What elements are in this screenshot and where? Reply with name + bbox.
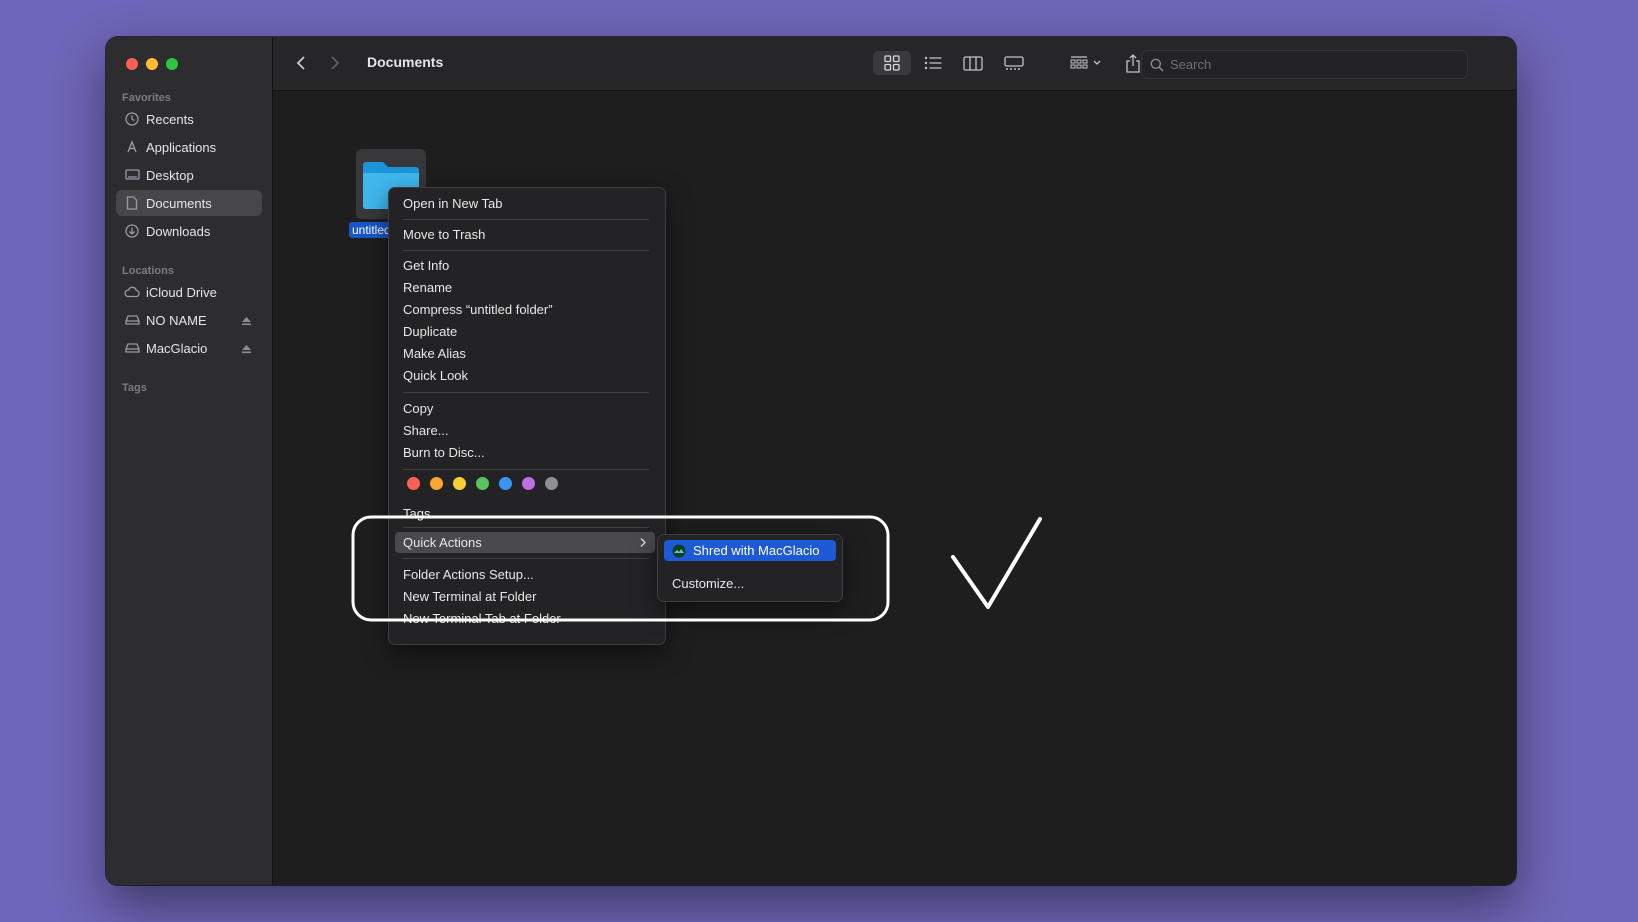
sidebar-item-label: Documents <box>146 195 212 211</box>
group-by-button[interactable] <box>1066 51 1106 75</box>
gallery-icon <box>1004 55 1024 70</box>
chevron-down-icon <box>1093 60 1101 65</box>
chevron-left-icon <box>296 56 305 70</box>
sidebar-item-no-name[interactable]: NO NAME <box>116 307 262 333</box>
sidebar-item-label: iCloud Drive <box>146 284 217 300</box>
sidebar-item-macglacio[interactable]: MacGlacio <box>116 335 262 361</box>
share-icon <box>1126 53 1140 73</box>
sidebar-item-label: MacGlacio <box>146 340 208 356</box>
menu-item-tags[interactable]: Tags... <box>395 503 655 524</box>
column-view-button[interactable] <box>956 51 990 75</box>
menu-item-customize[interactable]: Customize... <box>664 573 836 594</box>
grid-icon <box>884 55 900 71</box>
sidebar-item-documents[interactable]: Documents <box>116 190 262 216</box>
sidebar-item-downloads[interactable]: Downloads <box>116 218 262 244</box>
menu-separator <box>403 558 649 559</box>
menu-item-label: Shred with MacGlacio <box>693 543 820 558</box>
window-controls <box>126 58 178 70</box>
toolbar: Documents <box>273 37 1516 91</box>
macglacio-icon <box>672 544 686 557</box>
quick-actions-submenu: Shred with MacGlacio Customize... <box>657 534 843 602</box>
folder-label[interactable]: untitled folder <box>349 222 393 238</box>
menu-item-compress[interactable]: Compress “untitled folder” <box>395 299 655 320</box>
sidebar-item-label: Downloads <box>146 223 211 239</box>
tags-heading: Tags <box>122 382 147 394</box>
menu-separator <box>403 527 649 528</box>
menu-item-rename[interactable]: Rename <box>395 277 655 298</box>
doc-icon <box>124 195 140 211</box>
menu-item-folder-actions-setup[interactable]: Folder Actions Setup... <box>395 564 655 585</box>
finder-window: Favorites Recents Applications Desktop D… <box>106 37 1516 885</box>
menu-item-new-terminal-at-folder[interactable]: New Terminal at Folder <box>395 586 655 607</box>
back-button[interactable] <box>291 53 311 73</box>
group-icon <box>1070 56 1088 69</box>
favorites-heading: Favorites <box>122 92 171 104</box>
tag-color-green[interactable] <box>476 477 489 490</box>
tag-color-orange[interactable] <box>430 477 443 490</box>
icon-view-button[interactable] <box>873 51 911 75</box>
tag-color-gray[interactable] <box>545 477 558 490</box>
menu-separator <box>403 250 649 251</box>
menu-separator <box>403 469 649 470</box>
menu-item-make-alias[interactable]: Make Alias <box>395 343 655 364</box>
chevron-right-icon <box>331 56 340 70</box>
forward-button[interactable] <box>325 53 345 73</box>
sidebar-item-label: NO NAME <box>146 312 207 328</box>
sidebar-item-recents[interactable]: Recents <box>116 106 262 132</box>
tag-color-purple[interactable] <box>522 477 535 490</box>
menu-item-shred-with-macglacio[interactable]: Shred with MacGlacio <box>664 540 836 561</box>
menu-item-burn-to-disc[interactable]: Burn to Disc... <box>395 442 655 463</box>
list-view-button[interactable] <box>916 51 950 75</box>
sidebar-item-label: Desktop <box>146 167 194 183</box>
locations-heading: Locations <box>122 265 174 277</box>
menu-item-get-info[interactable]: Get Info <box>395 255 655 276</box>
sidebar: Favorites Recents Applications Desktop D… <box>106 37 273 885</box>
chevron-right-icon <box>640 538 646 547</box>
menu-item-move-to-trash[interactable]: Move to Trash <box>395 224 655 245</box>
tag-color-row <box>407 477 558 490</box>
context-menu: Open in New Tab Move to Trash Get Info R… <box>388 187 666 645</box>
search-box <box>1141 50 1468 79</box>
tag-color-red[interactable] <box>407 477 420 490</box>
zoom-button[interactable] <box>166 58 178 70</box>
eject-icon[interactable] <box>241 342 252 357</box>
sidebar-item-label: Applications <box>146 139 217 155</box>
menu-item-quick-look[interactable]: Quick Look <box>395 365 655 386</box>
menu-item-copy[interactable]: Copy <box>395 398 655 419</box>
tag-color-blue[interactable] <box>499 477 512 490</box>
window-title: Documents <box>367 54 444 70</box>
menu-separator <box>403 392 649 393</box>
search-input[interactable] <box>1168 56 1452 73</box>
menu-item-open-in-new-tab[interactable]: Open in New Tab <box>395 193 655 214</box>
minimize-button[interactable] <box>146 58 158 70</box>
menu-item-quick-actions[interactable]: Quick Actions <box>395 532 655 553</box>
eject-icon[interactable] <box>241 314 252 329</box>
menu-item-label: Quick Actions <box>403 535 482 550</box>
desktop-icon <box>124 167 140 183</box>
menu-item-new-terminal-tab-at-folder[interactable]: New Terminal Tab at Folder <box>395 608 655 629</box>
download-icon <box>124 223 140 239</box>
list-icon <box>924 56 942 70</box>
menu-item-share[interactable]: Share... <box>395 420 655 441</box>
clock-icon <box>124 111 140 127</box>
gallery-view-button[interactable] <box>997 51 1031 75</box>
apps-icon <box>124 139 140 155</box>
sidebar-item-desktop[interactable]: Desktop <box>116 162 262 188</box>
sidebar-item-label: Recents <box>146 111 194 127</box>
columns-icon <box>963 55 983 71</box>
tag-color-yellow[interactable] <box>453 477 466 490</box>
menu-separator <box>403 219 649 220</box>
drive-icon <box>124 312 140 328</box>
menu-item-duplicate[interactable]: Duplicate <box>395 321 655 342</box>
drive-icon <box>124 340 140 356</box>
sidebar-item-icloud-drive[interactable]: iCloud Drive <box>116 279 262 305</box>
search-icon <box>1150 58 1164 72</box>
close-button[interactable] <box>126 58 138 70</box>
sidebar-item-applications[interactable]: Applications <box>116 134 262 160</box>
cloud-icon <box>124 284 140 300</box>
